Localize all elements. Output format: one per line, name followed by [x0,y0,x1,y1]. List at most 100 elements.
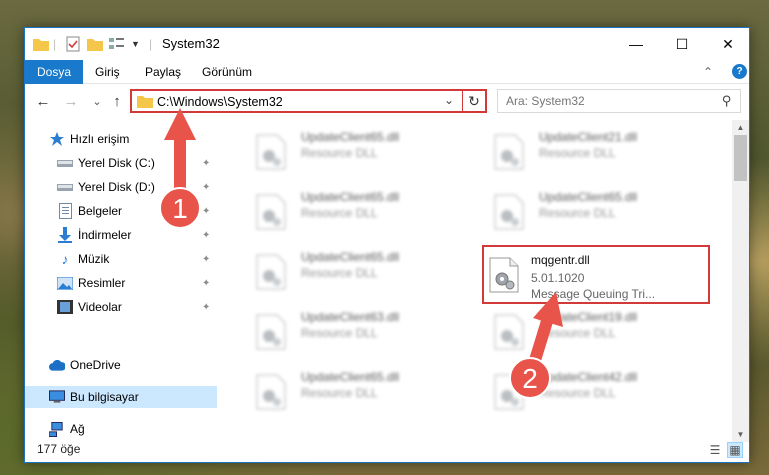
address-dropdown-icon[interactable]: ⌄ [444,93,454,107]
ribbon-collapse-icon[interactable]: ⌃ [703,60,713,84]
file-description: Resource DLL [539,326,616,340]
videos-icon [57,299,73,315]
cloud-icon [49,357,65,373]
sidebar-item-label: Belgeler [78,204,123,218]
navigation-pane: Hızlı erişim Yerel Disk (C:) ✦ Yerel Dis… [25,124,217,437]
dll-file-icon [256,134,286,170]
file-version: 5.01.1020 [531,271,585,285]
search-input[interactable] [506,93,706,109]
tab-home[interactable]: Giriş [83,60,132,84]
file-item[interactable]: UpdateClient63.dll Resource DLL [245,302,475,354]
scroll-up-icon[interactable]: ▲ [732,120,749,135]
file-item[interactable]: UpdateClient21.dll Resource DLL [483,122,713,174]
sidebar-item-this-pc[interactable]: Bu bilgisayar [25,386,217,408]
sidebar-item-pictures[interactable]: Resimler ✦ [25,272,217,294]
pin-icon[interactable]: ✦ [202,182,210,193]
pin-icon[interactable]: ✦ [202,254,210,265]
sidebar-item-local-disk-c[interactable]: Yerel Disk (C:) ✦ [25,152,217,174]
file-item[interactable]: UpdateClient65.dll Resource DLL [483,182,713,234]
navigation-bar: ← → ⌄ ↑ ⌄ ↻ ⚲ [25,85,749,117]
sidebar-item-onedrive[interactable]: OneDrive [25,354,217,376]
search-icon[interactable]: ⚲ [722,93,732,109]
sidebar-item-label: Ağ [70,422,85,436]
sidebar-item-network[interactable]: Ağ [25,418,217,440]
close-button[interactable]: ✕ [705,28,749,60]
file-description: Resource DLL [539,146,616,160]
recent-locations-button[interactable]: ⌄ [87,91,107,111]
address-bar[interactable]: ⌄ [130,89,487,113]
vertical-scrollbar[interactable]: ▲ ▼ [732,120,749,442]
sidebar-item-music[interactable]: ♪ Müzik ✦ [25,248,217,270]
dll-file-icon [256,254,286,290]
sidebar-item-label: Bu bilgisayar [70,390,139,404]
computer-icon [49,389,65,405]
file-description: Message Queuing Tri... [531,287,656,301]
file-name: UpdateClient19.dll [539,310,638,324]
music-icon: ♪ [61,251,69,267]
documents-icon [57,203,73,219]
file-item-mqgentr[interactable]: mqgentr.dll 5.01.1020 Message Queuing Tr… [482,245,710,304]
file-description: Resource DLL [301,326,378,340]
file-item[interactable]: UpdateClient65.dll Resource DLL [245,242,475,294]
sidebar-item-videos[interactable]: Videolar ✦ [25,296,217,318]
file-name: mqgentr.dll [531,253,590,267]
file-name: UpdateClient65.dll [301,190,400,204]
file-description: Resource DLL [301,386,378,400]
address-input[interactable] [157,93,442,111]
window-title: System32 [162,36,220,51]
sidebar-item-local-disk-d[interactable]: Yerel Disk (D:) ✦ [25,176,217,198]
file-description: Resource DLL [539,206,616,220]
tiles-view-icon[interactable]: ▦ [727,442,743,458]
file-item[interactable]: UpdateClient42.dll Resource DLL [483,362,713,414]
sidebar-item-label: Yerel Disk (D:) [78,180,155,194]
pin-icon[interactable]: ✦ [202,158,210,169]
tab-share[interactable]: Paylaş [133,60,193,84]
file-name: UpdateClient65.dll [301,130,400,144]
dll-file-icon [256,314,286,350]
explorer-window: | ▼ | System32 — ☐ ✕ Dosya Giriş Paylaş … [24,27,750,463]
file-description: Resource DLL [301,146,378,160]
pin-icon[interactable]: ✦ [202,278,210,289]
file-item[interactable]: UpdateClient65.dll Resource DLL [245,122,475,174]
pin-icon[interactable]: ✦ [202,302,210,313]
ribbon: Dosya Giriş Paylaş Görünüm ⌃ ? [25,60,749,84]
sidebar-item-label: İndirmeler [78,228,132,242]
help-icon[interactable]: ? [732,64,747,79]
pictures-icon [57,275,73,291]
search-box[interactable]: ⚲ [497,89,741,113]
file-item[interactable]: UpdateClient65.dll Resource DLL [245,362,475,414]
scrollbar-thumb[interactable] [734,135,747,181]
sidebar-item-quick-access[interactable]: Hızlı erişim [25,128,217,150]
minimize-button[interactable]: — [613,28,659,60]
tab-view[interactable]: Görünüm [190,60,264,84]
file-item[interactable]: UpdateClient19.dll Resource DLL [483,302,713,354]
file-item[interactable]: UpdateClient65.dll Resource DLL [245,182,475,234]
dll-file-icon [489,257,519,293]
dll-file-icon [494,374,524,410]
separator: | [53,37,57,51]
file-name: UpdateClient65.dll [301,250,400,264]
sidebar-item-label: Hızlı erişim [70,132,130,146]
file-description: Resource DLL [301,206,378,220]
status-bar: 177 öğe ☰ ▦ [25,438,749,462]
properties-icon[interactable] [65,34,81,54]
sidebar-item-documents[interactable]: Belgeler ✦ [25,200,217,222]
refresh-button[interactable]: ↻ [462,89,487,113]
pin-icon[interactable]: ✦ [202,230,210,241]
folder-icon [137,94,153,111]
maximize-button[interactable]: ☐ [659,28,705,60]
sidebar-item-downloads[interactable]: İndirmeler ✦ [25,224,217,246]
pin-icon[interactable]: ✦ [202,206,210,217]
customize-toolbar-icon[interactable] [109,34,127,54]
forward-button[interactable]: → [61,91,81,111]
back-button[interactable]: ← [33,91,53,111]
qat-dropdown-icon[interactable]: ▼ [131,34,140,54]
file-name: UpdateClient65.dll [539,190,638,204]
dll-file-icon [494,194,524,230]
file-description: Resource DLL [301,266,378,280]
new-folder-icon[interactable] [87,34,103,54]
tab-file[interactable]: Dosya [25,60,84,84]
details-view-icon[interactable]: ☰ [707,442,723,458]
up-button[interactable]: ↑ [107,91,127,111]
dll-file-icon [494,314,524,350]
